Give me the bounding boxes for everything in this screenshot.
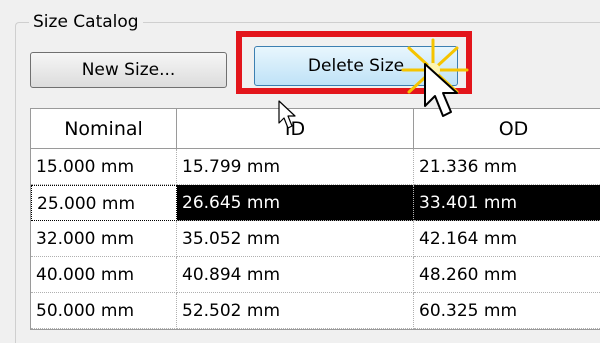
size-table[interactable]: Nominal ID OD 15.000 mm 15.799 mm 21.336… bbox=[30, 108, 600, 330]
table-row[interactable]: 50.000 mm 52.502 mm 60.325 mm bbox=[31, 293, 600, 329]
cell-id[interactable]: 35.052 mm bbox=[177, 221, 414, 257]
cell-id[interactable]: 26.645 mm bbox=[177, 185, 414, 221]
table-row-selected[interactable]: 25.000 mm 26.645 mm 33.401 mm bbox=[31, 185, 600, 221]
arrow-cursor-icon bbox=[424, 63, 458, 117]
cell-nominal[interactable]: 32.000 mm bbox=[31, 221, 177, 257]
cell-od[interactable]: 33.401 mm bbox=[414, 185, 600, 221]
cell-nominal[interactable]: 15.000 mm bbox=[31, 149, 177, 185]
cell-od[interactable]: 60.325 mm bbox=[414, 293, 600, 329]
table-row[interactable]: 32.000 mm 35.052 mm 42.164 mm bbox=[31, 221, 600, 257]
group-title: Size Catalog bbox=[29, 11, 143, 33]
cell-id[interactable]: 52.502 mm bbox=[177, 293, 414, 329]
cell-nominal[interactable]: 50.000 mm bbox=[31, 293, 177, 329]
cell-nominal[interactable]: 25.000 mm bbox=[31, 185, 177, 221]
cell-nominal[interactable]: 40.000 mm bbox=[31, 257, 177, 293]
cell-od[interactable]: 42.164 mm bbox=[414, 221, 600, 257]
column-header-nominal[interactable]: Nominal bbox=[31, 109, 177, 149]
cell-id[interactable]: 15.799 mm bbox=[177, 149, 414, 185]
cell-od[interactable]: 21.336 mm bbox=[414, 149, 600, 185]
new-size-button[interactable]: New Size... bbox=[30, 52, 227, 88]
table-row[interactable]: 40.000 mm 40.894 mm 48.260 mm bbox=[31, 257, 600, 293]
arrow-cursor-icon bbox=[278, 100, 296, 129]
cell-id[interactable]: 40.894 mm bbox=[177, 257, 414, 293]
cell-od[interactable]: 48.260 mm bbox=[414, 257, 600, 293]
table-row[interactable]: 15.000 mm 15.799 mm 21.336 mm bbox=[31, 149, 600, 185]
